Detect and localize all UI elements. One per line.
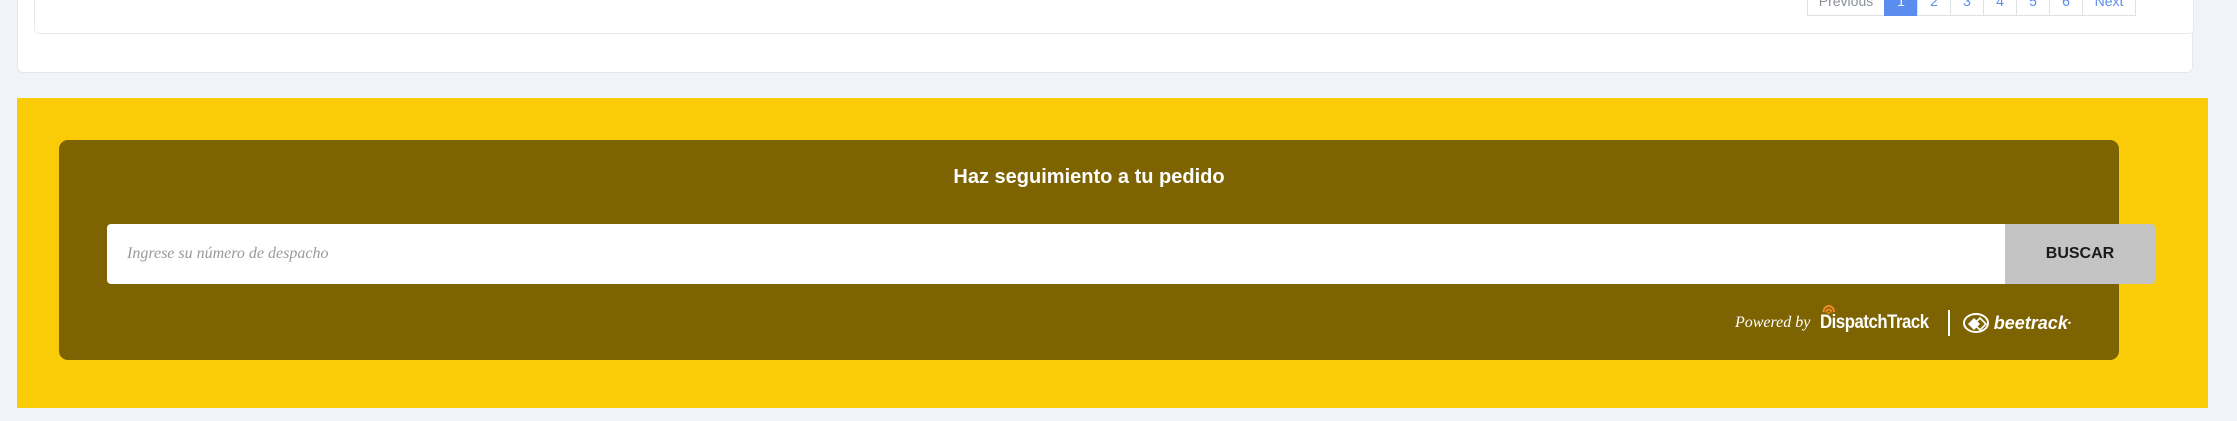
pagination: Previous 1 2 3 4 5 6 Next (1807, 0, 2136, 16)
results-table-card: Previous 1 2 3 4 5 6 Next (34, 0, 2194, 34)
tracking-title: Haz seguimiento a tu pedido (953, 166, 1225, 188)
logo-divider (1947, 310, 1950, 336)
dispatchtrack-logo-text: DispatchTrack (1820, 312, 1929, 333)
dispatchtrack-logo: DispatchTrack (1820, 305, 1929, 334)
pagination-page-1-button[interactable]: 1 (1884, 0, 1918, 16)
search-button[interactable]: BUSCAR (2005, 224, 2155, 284)
beetrack-bee-icon (1962, 313, 1989, 333)
pagination-page-3-button[interactable]: 3 (1950, 0, 1984, 16)
beetrack-logo: beetrack • (1962, 312, 2071, 334)
powered-by-label: Powered by (1734, 314, 1811, 331)
pagination-page-6-button[interactable]: 6 (2049, 0, 2083, 16)
tracking-search-form: BUSCAR (107, 224, 2155, 284)
signal-icon (1823, 305, 1836, 315)
powered-by: Powered by DispatchTrack beetrack • (1734, 305, 2071, 340)
beetrack-trademark-dot: • (2067, 318, 2071, 328)
beetrack-logo-text: beetrack (1993, 312, 2068, 333)
dispatch-number-input[interactable] (107, 224, 2005, 284)
pagination-page-4-button[interactable]: 4 (1983, 0, 2017, 16)
pagination-page-2-button[interactable]: 2 (1917, 0, 1951, 16)
pagination-page-5-button[interactable]: 5 (2016, 0, 2050, 16)
pagination-previous-button[interactable]: Previous (1807, 0, 1885, 16)
tracking-box: Haz seguimiento a tu pedido BUSCAR Power… (59, 140, 2155, 360)
pagination-next-button[interactable]: Next (2082, 0, 2136, 16)
tracking-footer-band: Haz seguimiento a tu pedido BUSCAR Power… (17, 98, 2208, 408)
